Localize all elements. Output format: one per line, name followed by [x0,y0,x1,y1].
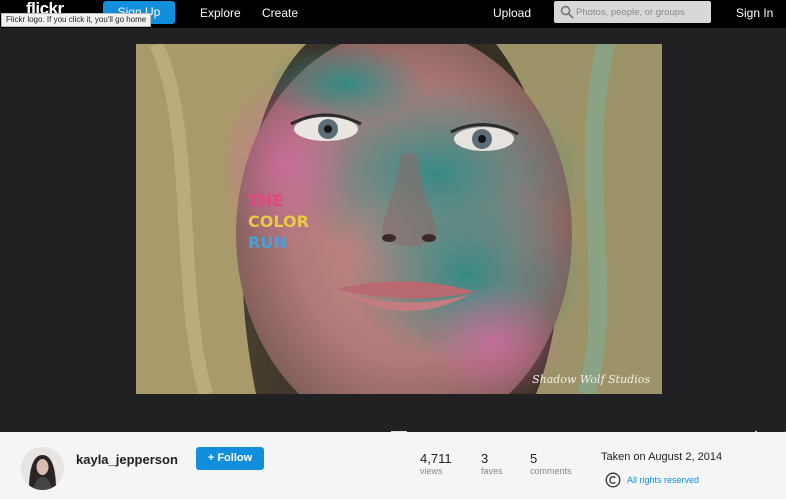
explore-link[interactable]: Explore [200,6,241,20]
photo-info-bar: kayla_jepperson + Follow 4,711 views 3 f… [0,432,786,499]
svg-text:RUN: RUN [248,233,287,252]
views-count: 4,711 [420,451,452,466]
logo-tooltip: Flickr logo. If you click it, you'll go … [1,13,152,27]
copyright-icon [605,472,621,488]
upload-link[interactable]: Upload [493,6,531,20]
top-navigation-bar: flickr Sign Up Flickr logo. If you click… [0,0,786,28]
search-input[interactable] [576,4,706,20]
svg-text:THE: THE [248,191,283,210]
sign-in-link[interactable]: Sign In [736,6,773,20]
search-box[interactable] [554,1,711,23]
flickr-logo[interactable]: flickr [26,0,64,14]
main-photo[interactable]: THE COLOR RUN Shadow Wolf Studios [136,44,662,394]
create-link[interactable]: Create [262,6,298,20]
follow-button[interactable]: + Follow [196,447,264,470]
owner-avatar[interactable] [21,447,64,490]
date-taken[interactable]: Taken on August 2, 2014 [601,451,722,463]
search-icon [560,5,574,19]
views-label: views [420,466,443,476]
photo-watermark: Shadow Wolf Studios [532,373,650,386]
svg-text:COLOR: COLOR [248,212,309,231]
owner-username[interactable]: kayla_jepperson [76,452,178,467]
photo-stage: THE COLOR RUN Shadow Wolf Studios otostr… [0,28,786,448]
faves-label: faves [481,466,503,476]
comments-count: 5 [530,451,538,466]
portrait-image: THE COLOR RUN [136,44,662,394]
license-link[interactable]: All rights reserved [627,475,699,485]
faves-count: 3 [481,451,489,466]
comments-label: comments [530,466,572,476]
